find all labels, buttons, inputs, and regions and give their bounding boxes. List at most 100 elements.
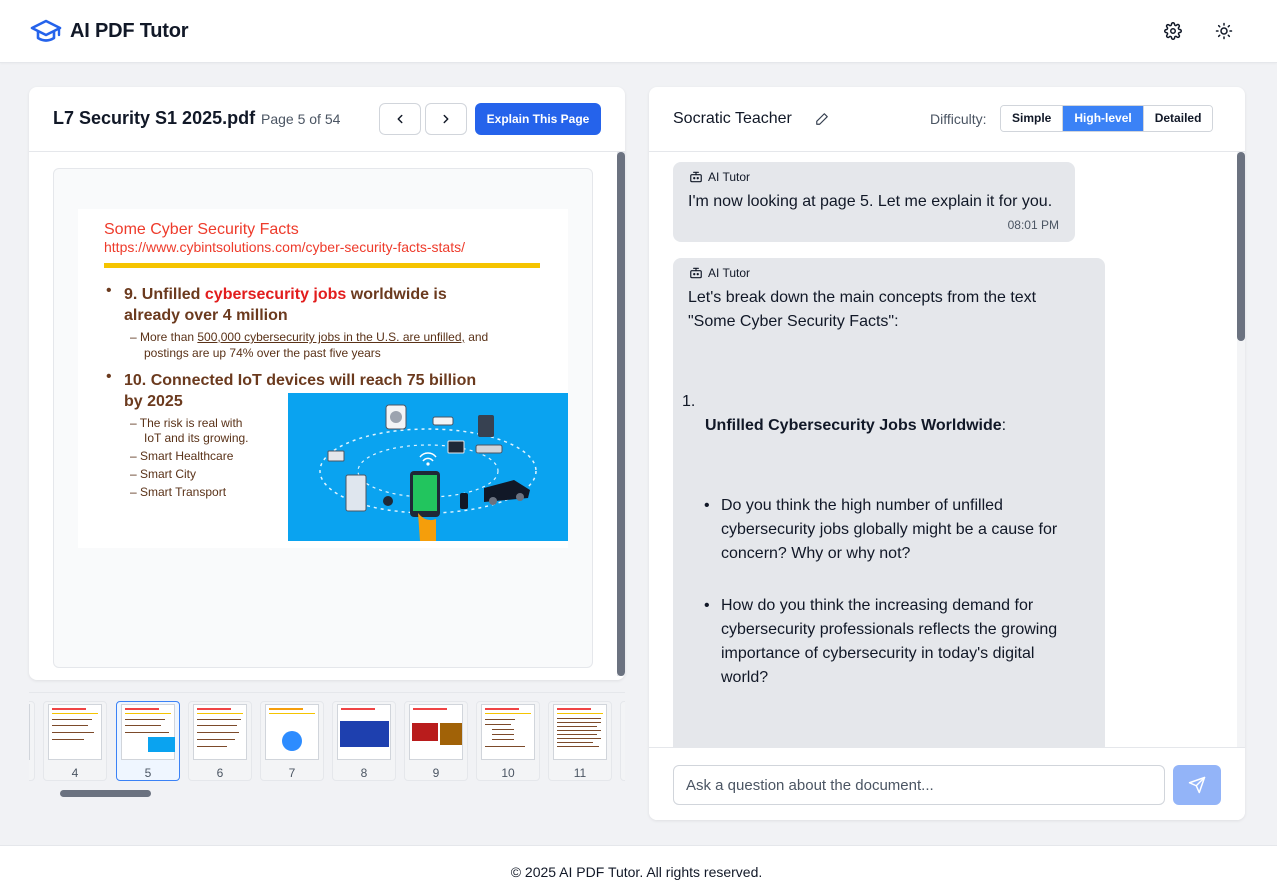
- bullet-dot: •: [704, 497, 710, 514]
- page-thumbnail-7[interactable]: 7: [260, 701, 324, 781]
- chevron-left-icon: [397, 114, 403, 124]
- message-time: 08:01 PM: [1007, 218, 1059, 232]
- slide-divider: [104, 263, 540, 268]
- thumbnail-label: 11: [573, 766, 587, 780]
- question-1-line3: concern? Why or why not?: [721, 545, 911, 562]
- thumbnail-preview: [337, 704, 391, 760]
- slide-sub-2-c: – Smart Healthcare: [130, 449, 234, 463]
- sender-name: AI Tutor: [708, 266, 751, 280]
- slide-sub-1: – More than 500,000 cybersecurity jobs i…: [130, 329, 560, 345]
- bullet-1-prefix: 9. Unfilled: [124, 286, 205, 303]
- sun-icon: [1215, 22, 1233, 40]
- page-thumbnail-5[interactable]: 5: [116, 701, 180, 781]
- slide-title: Some Cyber Security Facts: [104, 221, 299, 238]
- difficulty-option-simple[interactable]: Simple: [1001, 106, 1064, 131]
- thumbnail-preview: [481, 704, 535, 760]
- page-thumbnail[interactable]: [620, 701, 625, 781]
- slide-bullet-1: 9. Unfilled cybersecurity jobs worldwide…: [124, 284, 564, 305]
- bullet-dot: •: [704, 597, 710, 614]
- question-2-line2: cybersecurity professionals reflects the…: [721, 621, 1058, 638]
- bullet-1-suffix: worldwide is: [346, 286, 447, 303]
- settings-button[interactable]: [1161, 19, 1185, 43]
- page-thumbnail-8[interactable]: 8: [332, 701, 396, 781]
- persona-name: Socratic Teacher: [673, 110, 792, 127]
- chevron-right-icon: [443, 114, 449, 124]
- slide-bullet-2: 10. Connected IoT devices will reach 75 …: [124, 372, 477, 389]
- chat-question-input[interactable]: [673, 765, 1165, 805]
- thumbnail-preview: [48, 704, 102, 760]
- message-text: I'm now looking at page 5. Let me explai…: [688, 193, 1053, 210]
- pencil-icon[interactable]: [815, 112, 829, 126]
- gear-icon: [1164, 22, 1182, 40]
- page-thumbnail-11[interactable]: 11: [548, 701, 612, 781]
- iot-devices-illustration: [319, 404, 537, 541]
- list-heading: Unfilled Cybersecurity Jobs Worldwide:: [705, 414, 1006, 438]
- next-page-button[interactable]: [425, 103, 467, 135]
- thumbnail-preview: [265, 704, 319, 760]
- message-sender: AI Tutor: [689, 266, 750, 280]
- chat-message: AI Tutor I'm now looking at page 5. Let …: [673, 162, 1075, 242]
- pdf-viewer-panel: L7 Security S1 2025.pdf Page 5 of 54 Exp…: [29, 87, 625, 680]
- question-1-line1: Do you think the high number of unfilled: [721, 497, 1003, 514]
- slide-sub-1-line2: postings are up 74% over the past five y…: [144, 346, 381, 360]
- page-indicator: Page 5 of 54: [261, 111, 341, 127]
- question-2-line4: world?: [721, 669, 769, 686]
- pdf-page-canvas[interactable]: Some Cyber Security Facts https://www.cy…: [53, 168, 593, 668]
- sub-1-prefix: – More than: [130, 330, 198, 344]
- page-thumbnail-10[interactable]: 10: [476, 701, 540, 781]
- slide-sub-2-a: – The risk is real with: [130, 416, 243, 430]
- difficulty-label: Difficulty:: [930, 111, 987, 127]
- chat-messages: AI Tutor I'm now looking at page 5. Let …: [649, 152, 1245, 747]
- graduation-cap-icon: [30, 19, 62, 42]
- page-thumbnail[interactable]: [29, 701, 35, 781]
- thumbnail-label: 6: [216, 766, 224, 780]
- thumbnail-label: 4: [71, 766, 79, 780]
- thumbnail-preview: [121, 704, 175, 760]
- slide-bullet-1-line2: already over 4 million: [124, 307, 288, 324]
- difficulty-option-detailed[interactable]: Detailed: [1143, 106, 1213, 131]
- chat-scrollbar-thumb[interactable]: [1237, 152, 1245, 341]
- thumbnails-scrollbar[interactable]: [29, 789, 625, 797]
- previous-page-button[interactable]: [379, 103, 421, 135]
- viewer-scrollbar-thumb[interactable]: [617, 152, 625, 676]
- sub-1-link: 500,000 cybersecurity jobs in the U.S. a…: [197, 330, 465, 344]
- list-number: 1.: [682, 393, 696, 410]
- thumbnail-preview: [193, 704, 247, 760]
- chat-scrollbar[interactable]: [1237, 152, 1245, 747]
- thumbnail-preview: [553, 704, 607, 760]
- thumbnail-preview: [409, 704, 463, 760]
- page-thumbnail-4[interactable]: 4: [43, 701, 107, 781]
- slide-sub-2-e: – Smart Transport: [130, 485, 227, 499]
- slide-url: https://www.cybintsolutions.com/cyber-se…: [104, 239, 465, 255]
- send-button[interactable]: [1173, 765, 1221, 805]
- difficulty-option-high-level[interactable]: High-level: [1063, 106, 1144, 131]
- question-2-line1: How do you think the increasing demand f…: [721, 597, 1034, 614]
- brand[interactable]: AI PDF Tutor: [30, 17, 189, 45]
- chat-header: Socratic Teacher Difficulty: Simple High…: [649, 87, 1245, 152]
- chat-panel: Socratic Teacher Difficulty: Simple High…: [649, 87, 1245, 820]
- app-header: AI PDF Tutor: [0, 0, 1277, 63]
- robot-icon: [690, 267, 702, 279]
- chat-composer: [649, 747, 1245, 820]
- slide-bullet: •: [106, 282, 112, 299]
- question-1-line2: cybersecurity jobs globally might be a c…: [721, 521, 1058, 538]
- chat-message: AI Tutor Let's break down the main conce…: [673, 258, 1105, 747]
- thumbnail-preview: [29, 704, 30, 760]
- thumbnail-label: 5: [144, 766, 152, 780]
- slide-bullet-2-line2: by 2025: [124, 393, 183, 410]
- page-footer: © 2025 AI PDF Tutor. All rights reserved…: [0, 845, 1277, 889]
- pdf-toolbar: L7 Security S1 2025.pdf Page 5 of 54 Exp…: [29, 87, 625, 152]
- page-thumbnail-6[interactable]: 6: [188, 701, 252, 781]
- viewer-scrollbar[interactable]: [617, 152, 625, 676]
- explain-page-button[interactable]: Explain This Page: [475, 103, 601, 135]
- slide-bullet: •: [106, 368, 112, 385]
- list-heading-colon: :: [1001, 417, 1007, 434]
- message-intro-line2: "Some Cyber Security Facts":: [688, 313, 899, 330]
- message-sender: AI Tutor: [689, 170, 750, 184]
- theme-toggle-button[interactable]: [1212, 19, 1236, 43]
- thumbnails-scrollbar-thumb[interactable]: [60, 790, 151, 797]
- app-title: AI PDF Tutor: [70, 19, 189, 42]
- page-thumbnail-9[interactable]: 9: [404, 701, 468, 781]
- thumbnail-label: 9: [432, 766, 440, 780]
- message-intro-line1: Let's break down the main concepts from …: [688, 289, 1037, 306]
